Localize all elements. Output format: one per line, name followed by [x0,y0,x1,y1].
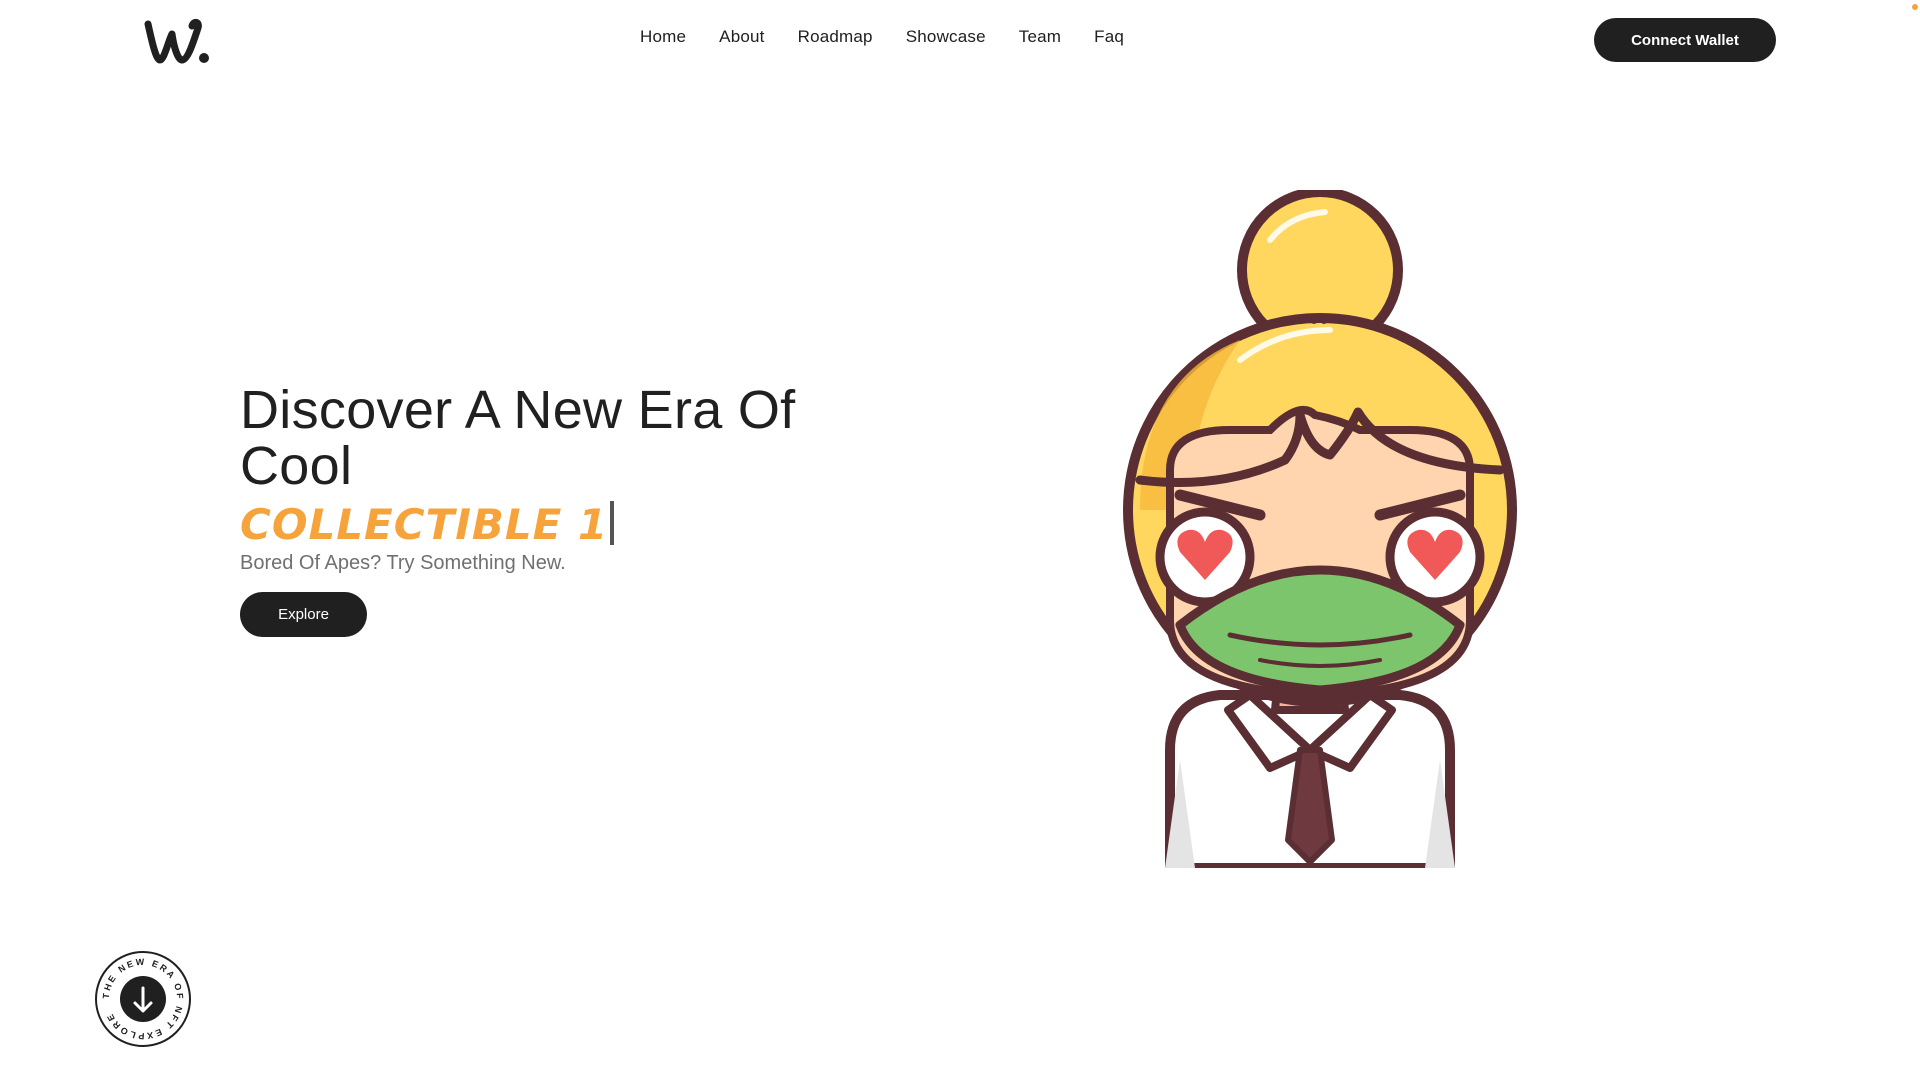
nft-character-image [1123,187,1517,873]
main-nav: Home About Roadmap Showcase Team Faq [640,27,1157,47]
explore-button[interactable]: Explore [240,592,367,637]
scroll-down-badge[interactable]: THE NEW ERA OF NFT EXPLORE [94,950,192,1048]
nav-team[interactable]: Team [1019,27,1061,47]
nav-faq[interactable]: Faq [1094,27,1124,47]
nav-about[interactable]: About [719,27,764,47]
typing-word: COLLECTIBLE 1 [240,500,609,549]
logo[interactable] [142,12,216,68]
corner-indicator [1912,4,1918,10]
nav-home[interactable]: Home [640,27,686,47]
hero-subtitle: Bored Of Apes? Try Something New. [240,552,566,574]
hero-typing-text: COLLECTIBLE 1 [240,500,615,549]
nav-showcase[interactable]: Showcase [906,27,986,47]
hero-title: Discover A New Era Of Cool [240,380,796,496]
scroll-badge-graphic: THE NEW ERA OF NFT EXPLORE [95,951,191,1047]
hero-nft-character [1100,187,1520,873]
logo-mark [144,18,209,64]
connect-wallet-button[interactable]: Connect Wallet [1594,18,1776,62]
nav-roadmap[interactable]: Roadmap [798,27,873,47]
typing-caret [610,501,615,545]
